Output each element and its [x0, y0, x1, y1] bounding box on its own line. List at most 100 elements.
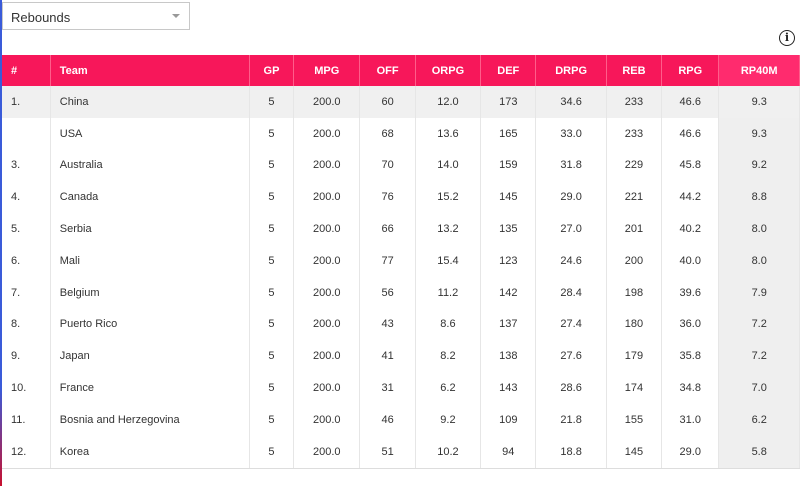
cell-off: 60: [359, 86, 416, 118]
cell-orpg: 8.2: [415, 340, 482, 373]
cell-rpg: 40.0: [661, 244, 720, 277]
cell-rank: 3.: [2, 149, 51, 182]
col-header-off[interactable]: OFF: [359, 55, 416, 86]
cell-gp: 5: [249, 340, 295, 373]
cell-rp40m: 8.8: [718, 181, 800, 214]
table-row: 3. Australia 5 200.0 70 14.0 159 31.8 229 45.8 9.2: [2, 149, 800, 182]
table-row: 1. China 5 200.0 60 12.0 173 34.6 233 46.6 9.3: [2, 86, 800, 118]
cell-orpg: 11.2: [415, 276, 482, 309]
cell-reb: 233: [606, 117, 663, 150]
cell-rp40m: 9.3: [718, 86, 800, 118]
cell-team: China: [50, 86, 250, 118]
col-header-rp40m[interactable]: RP40M: [718, 55, 800, 86]
table-header-row: # Team GP MPG OFF ORPG DEF DRPG REB RPG …: [2, 55, 800, 86]
cell-mpg: 200.0: [293, 213, 361, 245]
cell-reb: 201: [606, 213, 663, 245]
table-row: 10. France 5 200.0 31 6.2 143 28.6 174 34.8 7.0: [2, 372, 800, 404]
table-body: 1. China 5 200.0 60 12.0 173 34.6 233 46.6 9.3 USA 5…: [2, 86, 800, 469]
cell-rank: 9.: [2, 340, 51, 373]
col-header-mpg[interactable]: MPG: [293, 55, 361, 86]
cell-rpg: 40.2: [661, 213, 720, 245]
cell-drpg: 28.6: [535, 372, 607, 404]
cell-off: 56: [359, 276, 416, 309]
table-row: 8. Puerto Rico 5 200.0 43 8.6 137 27.4 180 36.0 7.…: [2, 308, 800, 341]
cell-reb: 145: [606, 435, 663, 469]
cell-gp: 5: [249, 435, 295, 469]
cell-reb: 233: [606, 86, 663, 118]
col-header-rank[interactable]: #: [2, 55, 51, 86]
table-row: 12. Korea 5 200.0 51 10.2 94 18.8 145 29.0 5.8: [2, 435, 800, 469]
cell-team: Serbia: [50, 213, 250, 245]
cell-reb: 229: [606, 149, 663, 182]
cell-rank: 8.: [2, 308, 51, 341]
cell-reb: 155: [606, 403, 663, 436]
cell-rank: 10.: [2, 372, 51, 404]
cell-drpg: 31.8: [535, 149, 607, 182]
col-header-rpg[interactable]: RPG: [661, 55, 720, 86]
cell-team: France: [50, 372, 250, 404]
cell-off: 77: [359, 244, 416, 277]
col-header-reb[interactable]: REB: [606, 55, 663, 86]
cell-team: Japan: [50, 340, 250, 373]
cell-rpg: 36.0: [661, 308, 720, 341]
cell-gp: 5: [249, 213, 295, 245]
cell-off: 68: [359, 117, 416, 150]
cell-mpg: 200.0: [293, 403, 361, 436]
cell-gp: 5: [249, 372, 295, 404]
cell-drpg: 33.0: [535, 117, 607, 150]
col-header-drpg[interactable]: DRPG: [535, 55, 607, 86]
cell-off: 76: [359, 181, 416, 214]
cell-rpg: 39.6: [661, 276, 720, 309]
cell-drpg: 28.4: [535, 276, 607, 309]
cell-orpg: 6.2: [415, 372, 482, 404]
cell-orpg: 15.4: [415, 244, 482, 277]
col-header-def[interactable]: DEF: [480, 55, 537, 86]
cell-def: 159: [480, 149, 537, 182]
cell-gp: 5: [249, 244, 295, 277]
cell-def: 137: [480, 308, 537, 341]
cell-def: 173: [480, 86, 537, 118]
cell-rpg: 44.2: [661, 181, 720, 214]
cell-off: 41: [359, 340, 416, 373]
cell-drpg: 29.0: [535, 181, 607, 214]
cell-gp: 5: [249, 86, 295, 118]
cell-orpg: 15.2: [415, 181, 482, 214]
table-row: 11. Bosnia and Herzegovina 5 200.0 46 9.2 109 2…: [2, 403, 800, 436]
cell-gp: 5: [249, 308, 295, 341]
cell-team: Mali: [50, 244, 250, 277]
cell-off: 70: [359, 149, 416, 182]
cell-drpg: 21.8: [535, 403, 607, 436]
cell-def: 145: [480, 181, 537, 214]
col-header-gp[interactable]: GP: [249, 55, 295, 86]
cell-rp40m: 7.2: [718, 308, 800, 341]
cell-reb: 221: [606, 181, 663, 214]
cell-rank: 1.: [2, 86, 51, 118]
col-header-team[interactable]: Team: [50, 55, 250, 86]
cell-gp: 5: [249, 181, 295, 214]
stat-category-dropdown[interactable]: Rebounds: [2, 2, 190, 30]
cell-rp40m: 9.3: [718, 117, 800, 150]
cell-team: Bosnia and Herzegovina: [50, 403, 250, 436]
cell-off: 66: [359, 213, 416, 245]
info-icon[interactable]: i: [779, 30, 795, 46]
col-header-orpg[interactable]: ORPG: [415, 55, 482, 86]
cell-off: 31: [359, 372, 416, 404]
cell-drpg: 34.6: [535, 86, 607, 118]
cell-orpg: 9.2: [415, 403, 482, 436]
cell-def: 138: [480, 340, 537, 373]
cell-drpg: 27.0: [535, 213, 607, 245]
cell-def: 123: [480, 244, 537, 277]
cell-reb: 200: [606, 244, 663, 277]
cell-team: Canada: [50, 181, 250, 214]
cell-orpg: 8.6: [415, 308, 482, 341]
cell-team: Belgium: [50, 276, 250, 309]
cell-rank: 6.: [2, 244, 51, 277]
chevron-down-icon[interactable]: [172, 14, 180, 18]
cell-off: 43: [359, 308, 416, 341]
cell-rp40m: 8.0: [718, 244, 800, 277]
cell-rank: 11.: [2, 403, 51, 436]
cell-rpg: 46.6: [661, 86, 720, 118]
cell-drpg: 24.6: [535, 244, 607, 277]
cell-def: 109: [480, 403, 537, 436]
cell-mpg: 200.0: [293, 181, 361, 214]
